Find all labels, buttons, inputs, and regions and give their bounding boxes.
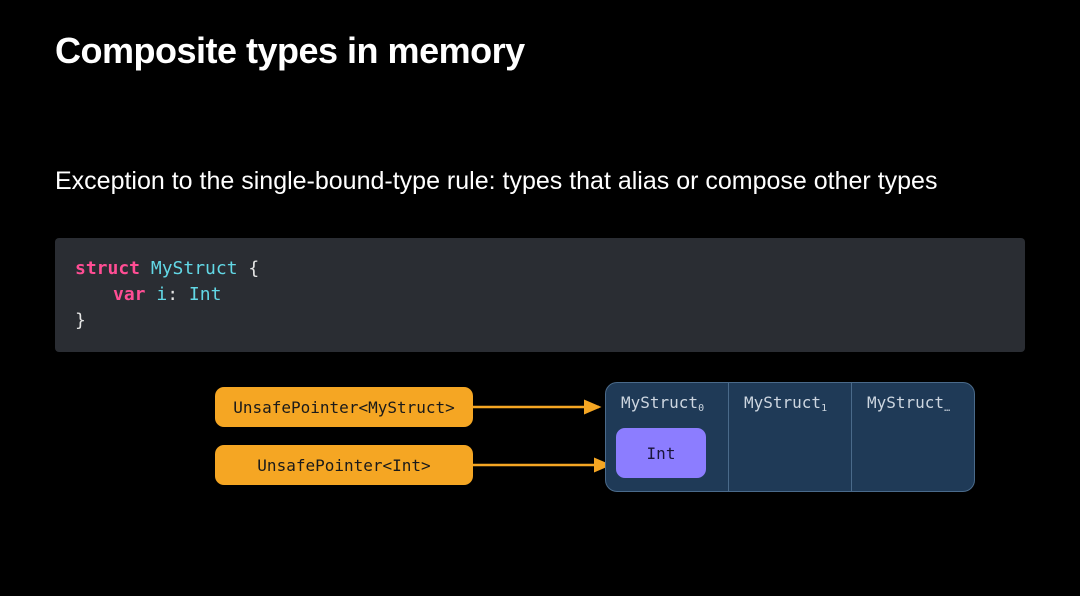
memory-array: MyStruct0 Int MyStruct1 MyStruct… [605, 382, 975, 492]
pointer-int-box: UnsafePointer<Int> [215, 445, 473, 485]
typename-mystruct: MyStruct [151, 258, 238, 279]
slide-subtitle: Exception to the single-bound-type rule:… [55, 167, 1025, 196]
int-label: Int [647, 444, 676, 463]
code-line-1: struct MyStruct { [75, 256, 1005, 282]
slide: Composite types in memory Exception to t… [0, 0, 1080, 527]
brace-open: { [248, 258, 259, 279]
code-block: struct MyStruct { var i: Int } [55, 238, 1025, 352]
colon: : [167, 284, 178, 305]
memory-cell-0: MyStruct0 Int [606, 383, 729, 491]
arrow-icon [473, 457, 623, 473]
memory-cell-2: MyStruct… [852, 383, 974, 491]
slide-title: Composite types in memory [55, 30, 1025, 72]
int-box: Int [616, 428, 706, 478]
keyword-struct: struct [75, 258, 140, 279]
pointer-int-label: UnsafePointer<Int> [257, 456, 430, 475]
pointer-struct-box: UnsafePointer<MyStruct> [215, 387, 473, 427]
code-line-3: } [75, 308, 1005, 334]
code-line-2: var i: Int [75, 282, 1005, 308]
cell-label: MyStruct… [867, 393, 962, 412]
brace-close: } [75, 310, 86, 331]
cell-label: MyStruct1 [744, 393, 839, 412]
memory-diagram: UnsafePointer<MyStruct> UnsafePointer<In… [55, 387, 1025, 527]
pointer-struct-label: UnsafePointer<MyStruct> [233, 398, 455, 417]
cell-label: MyStruct0 [621, 393, 716, 412]
arrow-icon [473, 399, 613, 415]
keyword-var: var [113, 284, 146, 305]
field-type: Int [189, 284, 222, 305]
memory-cell-1: MyStruct1 [729, 383, 852, 491]
field-name: i [156, 284, 167, 305]
